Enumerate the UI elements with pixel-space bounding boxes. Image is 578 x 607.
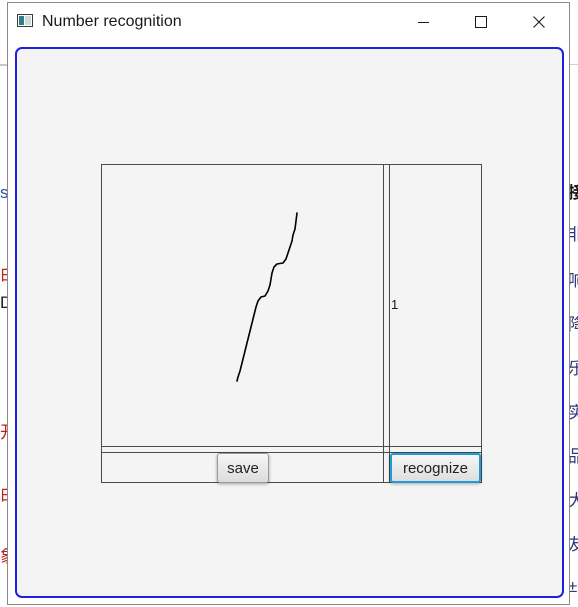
grid-line — [102, 446, 481, 447]
window-title: Number recognition — [42, 13, 182, 30]
client-area: 1 save recognize — [15, 47, 564, 598]
app-window-icon — [17, 14, 33, 27]
close-icon — [533, 16, 545, 28]
recognize-button[interactable]: recognize — [390, 453, 481, 483]
save-button[interactable]: save — [217, 453, 269, 483]
title-bar[interactable]: Number recognition — [8, 3, 569, 41]
close-button[interactable] — [516, 3, 562, 41]
result-panel: 1 — [390, 165, 481, 446]
drawing-canvas[interactable] — [102, 165, 383, 446]
maximize-button[interactable] — [458, 3, 504, 41]
minimize-button[interactable] — [400, 3, 446, 41]
maximize-icon — [475, 16, 487, 28]
app-window: Number recognition 1 save recognize — [7, 2, 570, 605]
minimize-icon — [417, 21, 429, 23]
background-divider-right — [570, 64, 578, 65]
handwritten-stroke — [236, 212, 298, 382]
grid-line — [383, 165, 384, 482]
layout-grid: 1 save recognize — [101, 164, 482, 483]
recognition-result: 1 — [391, 297, 399, 312]
